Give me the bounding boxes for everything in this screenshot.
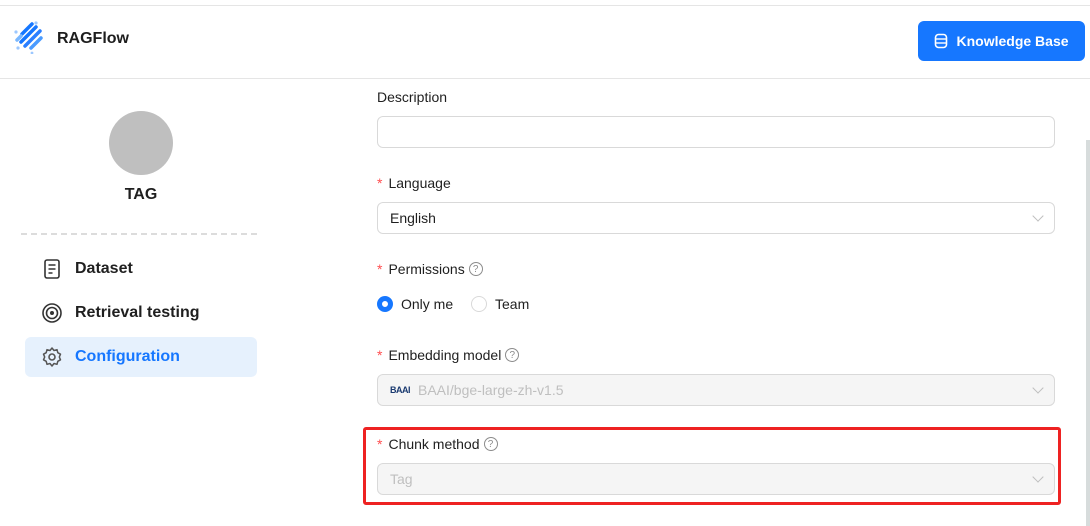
radio-team[interactable]: Team bbox=[471, 296, 529, 312]
required-mark: * bbox=[377, 347, 383, 363]
embedding-model-select[interactable]: BAAI BAAI/bge-large-zh-v1.5 bbox=[377, 374, 1055, 406]
description-label: Description bbox=[377, 89, 447, 105]
kb-name: TAG bbox=[124, 186, 158, 203]
knowledge-base-label: Knowledge Base bbox=[956, 33, 1069, 49]
gear-icon bbox=[42, 347, 62, 367]
language-select[interactable]: English bbox=[377, 202, 1055, 234]
radio-checked-icon bbox=[377, 296, 393, 312]
document-icon bbox=[44, 259, 60, 279]
brand-name: RAGFlow bbox=[57, 30, 129, 47]
embedding-model-value: BAAI/bge-large-zh-v1.5 bbox=[418, 382, 564, 398]
sidebar-item-label: Configuration bbox=[75, 348, 180, 365]
ragflow-logo-icon bbox=[14, 21, 43, 54]
permissions-label: * Permissions? bbox=[377, 261, 483, 277]
sidebar-item-label: Dataset bbox=[75, 260, 133, 277]
label-text: Permissions bbox=[388, 261, 465, 277]
radio-only-me[interactable]: Only me bbox=[377, 296, 453, 312]
sidebar-item-retrieval-testing[interactable]: Retrieval testing bbox=[25, 293, 257, 333]
required-mark: * bbox=[377, 261, 383, 277]
target-icon bbox=[42, 303, 62, 323]
database-icon bbox=[935, 33, 948, 49]
top-header: RAGFlow Knowledge Base bbox=[0, 5, 1090, 79]
language-value: English bbox=[390, 210, 436, 226]
sidebar-item-dataset[interactable]: Dataset bbox=[25, 249, 257, 289]
chunk-method-highlight bbox=[363, 427, 1061, 505]
embedding-model-label: * Embedding model? bbox=[377, 347, 520, 363]
label-text: Embedding model bbox=[388, 347, 502, 363]
language-label: * Language bbox=[377, 175, 451, 191]
avatar bbox=[109, 111, 173, 175]
chevron-down-icon bbox=[1032, 382, 1044, 394]
label-text: Description bbox=[377, 89, 448, 105]
required-mark: * bbox=[377, 175, 383, 191]
radio-label: Only me bbox=[401, 296, 454, 312]
scrollbar[interactable] bbox=[1086, 140, 1090, 526]
chevron-down-icon bbox=[1032, 210, 1044, 222]
sidebar-item-configuration[interactable]: Configuration bbox=[25, 337, 257, 377]
divider bbox=[21, 233, 257, 235]
sidebar: TAG Dataset Retrieval testing Configurat… bbox=[0, 80, 280, 526]
help-icon[interactable]: ? bbox=[505, 348, 520, 362]
description-input[interactable] bbox=[377, 116, 1055, 148]
help-icon[interactable]: ? bbox=[468, 262, 483, 276]
label-text: Language bbox=[388, 175, 451, 191]
baai-logo-icon: BAAI bbox=[390, 385, 411, 395]
knowledge-base-button[interactable]: Knowledge Base bbox=[918, 21, 1085, 61]
sidebar-item-label: Retrieval testing bbox=[75, 304, 200, 321]
radio-label: Team bbox=[495, 296, 530, 312]
radio-unchecked-icon bbox=[471, 296, 487, 312]
